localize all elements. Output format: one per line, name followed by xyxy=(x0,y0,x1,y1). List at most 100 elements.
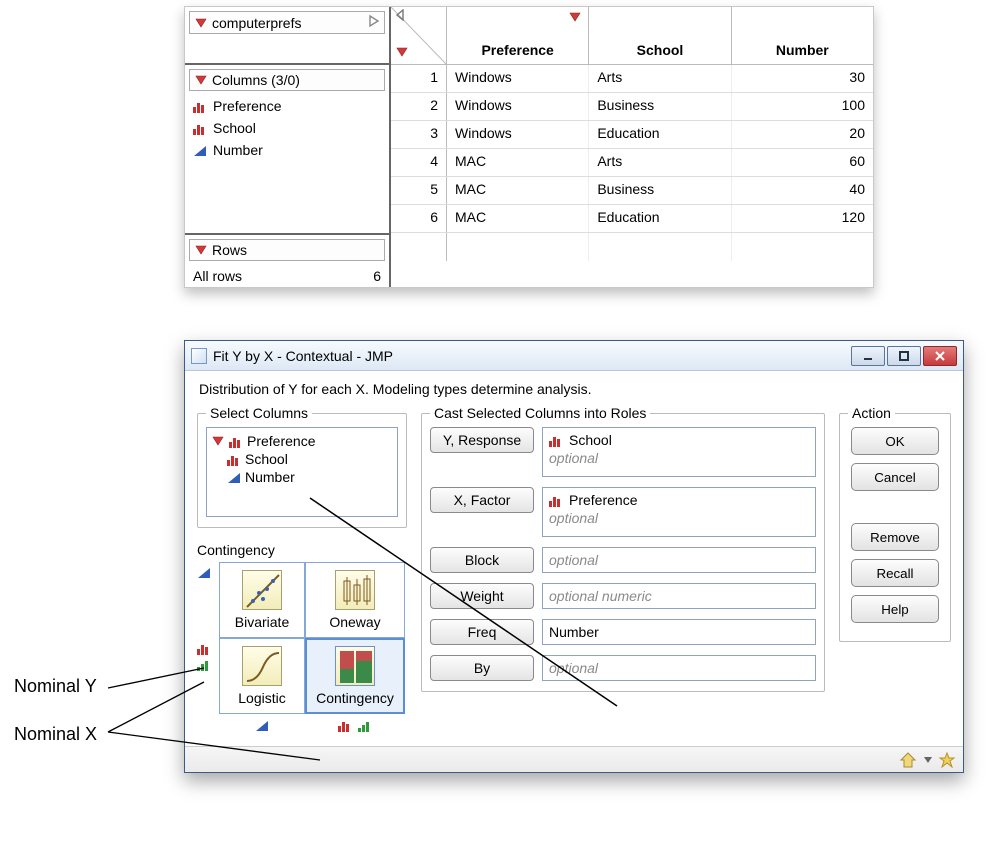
table-name-row[interactable]: computerprefs xyxy=(189,11,385,34)
disclose-icon[interactable] xyxy=(395,45,409,59)
contingency-cell[interactable]: Contingency xyxy=(305,638,405,714)
nominal-icon xyxy=(549,494,563,506)
cell[interactable]: Arts xyxy=(589,149,731,176)
disclose-icon[interactable] xyxy=(194,243,208,257)
ok-button[interactable]: OK xyxy=(851,427,939,455)
recall-button[interactable]: Recall xyxy=(851,559,939,587)
table-row[interactable]: 2 Windows Business 100 xyxy=(391,93,873,121)
cell[interactable]: 60 xyxy=(732,149,873,176)
optional-label: optional xyxy=(549,450,809,466)
table-row[interactable]: 3 Windows Education 20 xyxy=(391,121,873,149)
column-header[interactable]: Preference xyxy=(447,7,589,64)
disclose-icon[interactable] xyxy=(194,16,208,30)
cell[interactable]: Windows xyxy=(447,93,589,120)
cell[interactable]: Business xyxy=(589,177,731,204)
bivariate-cell[interactable]: Bivariate xyxy=(219,562,305,638)
table-row[interactable]: 6 MAC Education 120 xyxy=(391,205,873,233)
block-box[interactable]: optional xyxy=(542,547,816,573)
optional-label: optional numeric xyxy=(549,588,809,604)
cell[interactable]: MAC xyxy=(447,205,589,232)
play-icon[interactable] xyxy=(368,14,380,31)
star-icon[interactable] xyxy=(939,752,955,768)
cell[interactable]: Education xyxy=(589,205,731,232)
grid-corner[interactable] xyxy=(391,7,447,64)
minimize-button[interactable] xyxy=(851,346,885,366)
columns-panel-header[interactable]: Columns (3/0) xyxy=(189,69,385,91)
nominal-icon xyxy=(193,122,207,134)
by-button[interactable]: By xyxy=(430,655,534,681)
rows-label: All rows xyxy=(193,268,242,284)
oneway-cell[interactable]: Oneway xyxy=(305,562,405,638)
disclose-icon[interactable] xyxy=(568,10,582,24)
column-header[interactable]: School xyxy=(589,7,731,64)
cell[interactable]: MAC xyxy=(447,149,589,176)
cell[interactable]: Windows xyxy=(447,65,589,92)
list-item[interactable]: Number xyxy=(209,468,395,486)
y-response-button[interactable]: Y, Response xyxy=(430,427,534,453)
freq-box[interactable]: Number xyxy=(542,619,816,645)
oneway-icon xyxy=(335,570,375,610)
cell[interactable]: Windows xyxy=(447,121,589,148)
cancel-button[interactable]: Cancel xyxy=(851,463,939,491)
column-item[interactable]: School xyxy=(185,117,389,139)
continuous-icon xyxy=(193,144,207,156)
column-header[interactable]: Number xyxy=(732,7,873,64)
maximize-button[interactable] xyxy=(887,346,921,366)
cell[interactable]: 120 xyxy=(732,205,873,232)
list-item[interactable]: Preference xyxy=(209,432,395,450)
cast-roles-label: Cast Selected Columns into Roles xyxy=(430,405,650,421)
block-button[interactable]: Block xyxy=(430,547,534,573)
data-grid[interactable]: Preference School Number 1 Windows Arts … xyxy=(391,7,873,287)
continuous-icon xyxy=(255,719,269,731)
select-columns-list[interactable]: Preference School Number xyxy=(206,427,398,517)
contingency-icon xyxy=(335,646,375,686)
remove-button[interactable]: Remove xyxy=(851,523,939,551)
table-name: computerprefs xyxy=(212,15,301,31)
nominal-icon xyxy=(229,435,243,447)
column-item[interactable]: Number xyxy=(185,139,389,161)
home-icon[interactable] xyxy=(899,751,917,769)
cell[interactable]: 30 xyxy=(732,65,873,92)
column-name: Preference xyxy=(247,433,315,449)
cell[interactable]: Arts xyxy=(589,65,731,92)
by-box[interactable]: optional xyxy=(542,655,816,681)
optional-label: optional xyxy=(549,510,809,526)
datatable-panel: computerprefs Columns (3/0) Preference S… xyxy=(184,6,874,288)
cell[interactable]: 100 xyxy=(732,93,873,120)
window-title: Fit Y by X - Contextual - JMP xyxy=(213,348,393,364)
weight-button[interactable]: Weight xyxy=(430,583,534,609)
disclose-icon[interactable] xyxy=(194,73,208,87)
fit-y-by-x-dialog: Fit Y by X - Contextual - JMP Distributi… xyxy=(184,340,964,773)
annotation-nominal-y: Nominal Y xyxy=(14,676,97,697)
close-button[interactable] xyxy=(923,346,957,366)
disclose-icon[interactable] xyxy=(211,434,225,448)
x-factor-button[interactable]: X, Factor xyxy=(430,487,534,513)
cell[interactable]: 20 xyxy=(732,121,873,148)
cell[interactable]: 40 xyxy=(732,177,873,204)
help-button[interactable]: Help xyxy=(851,595,939,623)
cell[interactable]: Business xyxy=(589,93,731,120)
logistic-cell[interactable]: Logistic xyxy=(219,638,305,714)
row-number: 6 xyxy=(391,205,447,232)
table-row[interactable]: 4 MAC Arts 60 xyxy=(391,149,873,177)
column-item[interactable]: Preference xyxy=(185,95,389,117)
bivariate-icon xyxy=(242,570,282,610)
table-row[interactable]: 5 MAC Business 40 xyxy=(391,177,873,205)
dropdown-icon[interactable] xyxy=(923,752,933,768)
list-item[interactable]: School xyxy=(209,450,395,468)
app-icon xyxy=(191,348,207,364)
rows-panel-header[interactable]: Rows xyxy=(189,239,385,261)
table-row[interactable]: 1 Windows Arts 30 xyxy=(391,65,873,93)
titlebar[interactable]: Fit Y by X - Contextual - JMP xyxy=(185,341,963,371)
cell[interactable]: MAC xyxy=(447,177,589,204)
action-label: Action xyxy=(848,405,895,421)
annotation-nominal-x: Nominal X xyxy=(14,724,97,745)
y-response-box[interactable]: School optional xyxy=(542,427,816,477)
freq-button[interactable]: Freq xyxy=(430,619,534,645)
weight-box[interactable]: optional numeric xyxy=(542,583,816,609)
cell[interactable]: Education xyxy=(589,121,731,148)
rows-header-label: Rows xyxy=(212,242,247,258)
x-factor-box[interactable]: Preference optional xyxy=(542,487,816,537)
cell-label: Logistic xyxy=(238,690,285,706)
column-name: Number xyxy=(213,142,263,158)
